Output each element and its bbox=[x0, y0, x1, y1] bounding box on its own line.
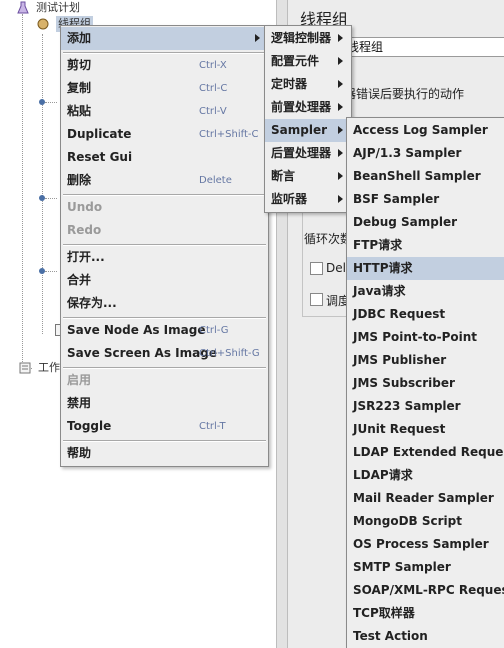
shortcut-label: Ctrl-T bbox=[199, 421, 226, 432]
shortcut-label: Ctrl-G bbox=[199, 325, 229, 336]
menu-item-reset-gui[interactable]: Reset Gui bbox=[61, 146, 268, 169]
add-submenu[interactable]: 逻辑控制器 配置元件 定时器 前置处理器 Sampler 后置处理器 断言 监听… bbox=[264, 25, 352, 213]
menu-item-config-element[interactable]: 配置元件 bbox=[265, 50, 351, 73]
menu-item-sampler[interactable]: JMS Publisher bbox=[347, 349, 504, 372]
menu-item-sampler[interactable]: SMTP Sampler bbox=[347, 556, 504, 579]
menu-item-sampler[interactable]: OS Process Sampler bbox=[347, 533, 504, 556]
menu-item-assertion[interactable]: 断言 bbox=[265, 165, 351, 188]
menu-item-post-processor[interactable]: 后置处理器 bbox=[265, 142, 351, 165]
menu-item-pre-processor[interactable]: 前置处理器 bbox=[265, 96, 351, 119]
shortcut-label: Ctrl-C bbox=[199, 83, 228, 94]
menu-item-enable: 启用 bbox=[67, 373, 92, 387]
delay-checkbox[interactable] bbox=[310, 262, 323, 275]
tree-connector bbox=[45, 198, 57, 199]
menu-item-sampler[interactable]: JDBC Request bbox=[347, 303, 504, 326]
menu-item-add[interactable]: 添加 bbox=[61, 27, 268, 50]
workbench-icon bbox=[19, 362, 31, 374]
menu-item-save-screen-as-image[interactable]: Save Screen As Image Ctrl+Shift-G bbox=[61, 342, 268, 365]
menu-item-http-request[interactable]: HTTP请求 bbox=[347, 257, 504, 280]
menu-item-sampler[interactable]: JMS Subscriber bbox=[347, 372, 504, 395]
menu-item-sampler[interactable]: SOAP/XML-RPC Request bbox=[347, 579, 504, 602]
menu-item-save-as[interactable]: 保存为... bbox=[61, 292, 268, 315]
menu-item-toggle[interactable]: Toggle Ctrl-T bbox=[61, 415, 268, 438]
menu-item-merge[interactable]: 合并 bbox=[61, 269, 268, 292]
menu-item-logic-controller[interactable]: 逻辑控制器 bbox=[265, 27, 351, 50]
tree-connector bbox=[42, 34, 43, 334]
submenu-arrow-icon bbox=[338, 57, 343, 65]
menu-item-sampler[interactable]: AJP/1.3 Sampler bbox=[347, 142, 504, 165]
error-action-label: 器错误后要执行的动作 bbox=[344, 87, 465, 101]
shortcut-label: Ctrl+Shift-G bbox=[199, 348, 260, 359]
menu-item-sampler[interactable]: Access Log Sampler bbox=[347, 119, 504, 142]
menu-item-cut[interactable]: 剪切 Ctrl-X bbox=[61, 54, 268, 77]
submenu-arrow-icon bbox=[255, 34, 260, 42]
shortcut-label: Delete bbox=[199, 175, 232, 186]
name-field[interactable]: 线程组 bbox=[342, 37, 504, 57]
submenu-arrow-icon bbox=[338, 80, 343, 88]
menu-item-sampler[interactable]: LDAP Extended Request bbox=[347, 441, 504, 464]
menu-item-sampler[interactable]: Mail Reader Sampler bbox=[347, 487, 504, 510]
menu-item-sampler[interactable]: Test Action bbox=[347, 625, 504, 648]
tree-node-test-plan[interactable]: 测试计划 bbox=[36, 0, 80, 16]
submenu-arrow-icon bbox=[338, 103, 343, 111]
menu-item-save-node-as-image[interactable]: Save Node As Image Ctrl-G bbox=[61, 319, 268, 342]
menu-item-help[interactable]: 帮助 bbox=[61, 442, 268, 465]
tree-connector bbox=[45, 102, 57, 103]
menu-item-duplicate[interactable]: Duplicate Ctrl+Shift-C bbox=[61, 123, 268, 146]
menu-item-delete[interactable]: 删除 Delete bbox=[61, 169, 268, 192]
tree-connector bbox=[45, 271, 57, 272]
loop-count-label: 循环次数 bbox=[304, 232, 353, 246]
menu-item-timer[interactable]: 定时器 bbox=[265, 73, 351, 96]
menu-item-sampler[interactable]: MongoDB Script bbox=[347, 510, 504, 533]
context-menu[interactable]: 添加 剪切 Ctrl-X 复制 Ctrl-C 粘贴 Ctrl-V Duplicate C… bbox=[60, 25, 269, 467]
menu-item-redo: Redo bbox=[67, 223, 102, 237]
menu-item-sampler[interactable]: Sampler bbox=[265, 119, 351, 142]
menu-item-undo: Undo bbox=[67, 200, 103, 214]
submenu-arrow-icon bbox=[338, 34, 343, 42]
tree-node-workbench[interactable]: 工作 bbox=[38, 360, 60, 376]
scheduler-checkbox[interactable] bbox=[310, 293, 323, 306]
menu-item-sampler[interactable]: Java请求 bbox=[347, 280, 504, 303]
menu-item-sampler[interactable]: LDAP请求 bbox=[347, 464, 504, 487]
tree-connector bbox=[22, 14, 23, 372]
submenu-arrow-icon bbox=[338, 126, 343, 134]
sampler-submenu[interactable]: Access Log Sampler AJP/1.3 Sampler BeanS… bbox=[346, 117, 504, 648]
menu-item-disable[interactable]: 禁用 bbox=[61, 392, 268, 415]
menu-item-sampler[interactable]: JSR223 Sampler bbox=[347, 395, 504, 418]
menu-item-copy[interactable]: 复制 Ctrl-C bbox=[61, 77, 268, 100]
menu-item-sampler[interactable]: BSF Sampler bbox=[347, 188, 504, 211]
menu-item-sampler[interactable]: BeanShell Sampler bbox=[347, 165, 504, 188]
menu-item-sampler[interactable]: JMS Point-to-Point bbox=[347, 326, 504, 349]
menu-item-sampler[interactable]: TCP取样器 bbox=[347, 602, 504, 625]
menu-item-open[interactable]: 打开... bbox=[61, 246, 268, 269]
submenu-arrow-icon bbox=[338, 172, 343, 180]
submenu-arrow-icon bbox=[338, 149, 343, 157]
test-plan-icon bbox=[17, 1, 29, 14]
menu-item-sampler[interactable]: Debug Sampler bbox=[347, 211, 504, 234]
shortcut-label: Ctrl+Shift-C bbox=[199, 129, 259, 140]
submenu-arrow-icon bbox=[338, 195, 343, 203]
shortcut-label: Ctrl-X bbox=[199, 60, 227, 71]
menu-item-paste[interactable]: 粘贴 Ctrl-V bbox=[61, 100, 268, 123]
menu-item-listener[interactable]: 监听器 bbox=[265, 188, 351, 211]
shortcut-label: Ctrl-V bbox=[199, 106, 227, 117]
thread-group-icon bbox=[37, 18, 49, 30]
menu-item-sampler[interactable]: JUnit Request bbox=[347, 418, 504, 441]
menu-item-sampler[interactable]: FTP请求 bbox=[347, 234, 504, 257]
